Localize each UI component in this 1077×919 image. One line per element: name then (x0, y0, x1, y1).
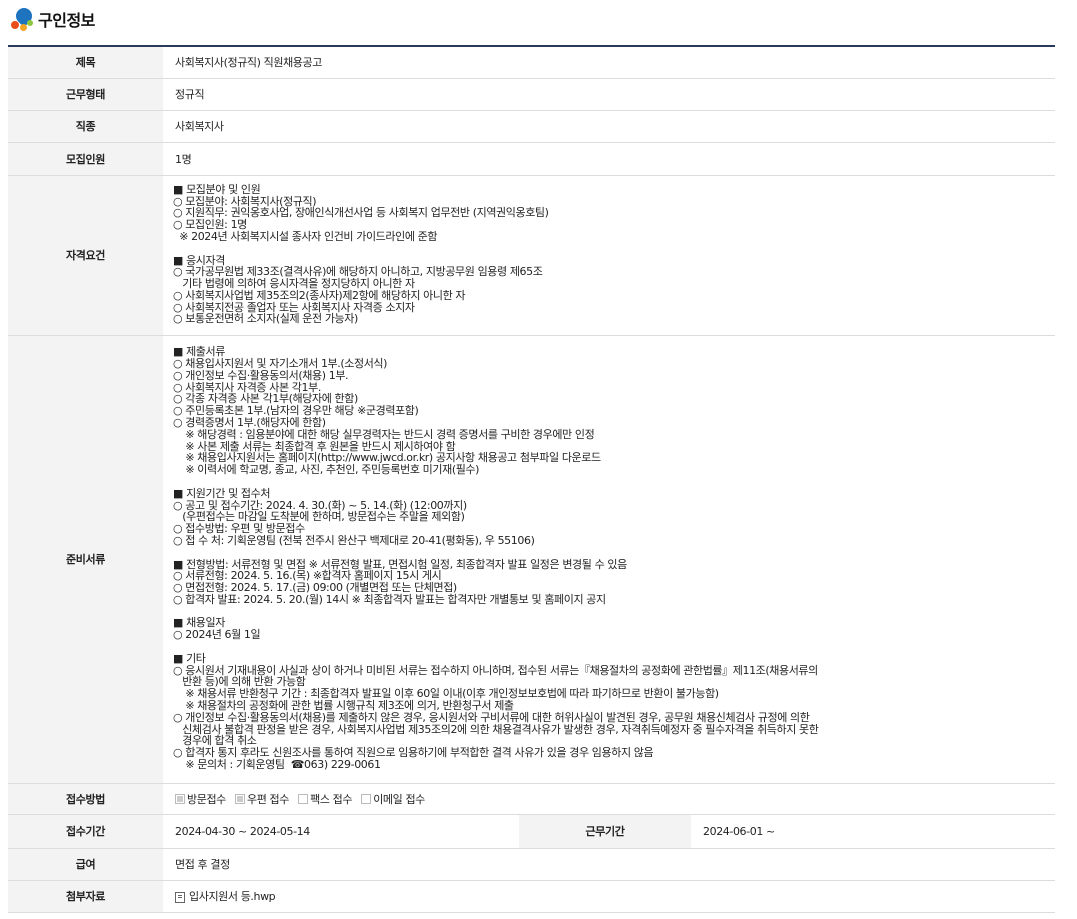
row-qualification: 자격요건 ■ 모집분야 및 인원 ○ 모집분야: 사회복지사(정규직) ○ 지원… (8, 175, 1056, 336)
label-documents: 준비서류 (8, 335, 163, 784)
row-method: 접수방법 방문접수 우편 접수 팩스 접수 이메일 접수 (8, 783, 1056, 815)
row-period: 접수기간 2024-04-30 ~ 2024-05-14 근무기간 2024-0… (8, 814, 1056, 849)
label-method: 접수방법 (8, 783, 163, 815)
checkbox-icon (298, 793, 309, 804)
section-header: 구인정보 (8, 4, 95, 34)
label-title: 제목 (8, 46, 163, 79)
row-headcount: 모집인원 1명 (8, 142, 1056, 176)
page-title: 구인정보 (38, 11, 95, 30)
value-headcount: 1명 (163, 142, 1056, 176)
label-qualification: 자격요건 (8, 175, 163, 336)
method-option-mail[interactable]: 우편 접수 (235, 791, 289, 807)
label-salary: 급여 (8, 848, 163, 881)
value-title: 사회복지사(정규직) 직원채용공고 (163, 46, 1056, 79)
checkbox-icon (235, 793, 245, 804)
value-salary: 면접 후 결정 (163, 848, 1056, 881)
label-work-type: 근무형태 (8, 78, 163, 111)
checkbox-icon (361, 793, 372, 804)
value-attachment: 입사지원서 등.hwp (163, 880, 1056, 913)
row-work-type: 근무형태 정규직 (8, 78, 1056, 111)
value-work-period: 2024-06-01 ~ (691, 814, 1056, 849)
method-option-fax[interactable]: 팩스 접수 (298, 791, 352, 807)
value-work-type: 정규직 (163, 78, 1056, 111)
method-option-visit[interactable]: 방문접수 (175, 791, 226, 807)
value-period: 2024-04-30 ~ 2024-05-14 (163, 814, 519, 849)
value-qualification: ■ 모집분야 및 인원 ○ 모집분야: 사회복지사(정규직) ○ 지원직무: 권… (163, 175, 1056, 336)
logo-icon (8, 4, 36, 32)
checkbox-icon (175, 793, 185, 804)
label-job: 직종 (8, 110, 163, 143)
row-salary: 급여 면접 후 결정 (8, 848, 1056, 881)
row-attachment: 첨부자료 입사지원서 등.hwp (8, 880, 1056, 913)
method-option-email[interactable]: 이메일 접수 (361, 791, 425, 807)
file-icon (175, 891, 185, 903)
label-attachment: 첨부자료 (8, 880, 163, 913)
row-job: 직종 사회복지사 (8, 110, 1056, 143)
job-info-page: 구인정보 제목 사회복지사(정규직) 직원채용공고 근무형태 정규직 직종 사회… (0, 0, 1077, 919)
label-work-period: 근무기간 (519, 814, 691, 849)
row-title: 제목 사회복지사(정규직) 직원채용공고 (8, 46, 1056, 79)
label-period: 접수기간 (8, 814, 163, 849)
label-headcount: 모집인원 (8, 142, 163, 176)
attachment-link[interactable]: 입사지원서 등.hwp (189, 890, 276, 903)
row-documents: 준비서류 ■ 제출서류 ○ 채용입사지원서 및 자기소개서 1부.(소정서식) … (8, 335, 1056, 784)
job-info-table: 제목 사회복지사(정규직) 직원채용공고 근무형태 정규직 직종 사회복지사 모… (8, 45, 1056, 913)
value-method: 방문접수 우편 접수 팩스 접수 이메일 접수 (163, 783, 1056, 815)
value-documents: ■ 제출서류 ○ 채용입사지원서 및 자기소개서 1부.(소정서식) ○ 개인정… (163, 335, 1056, 784)
value-job: 사회복지사 (163, 110, 1056, 143)
